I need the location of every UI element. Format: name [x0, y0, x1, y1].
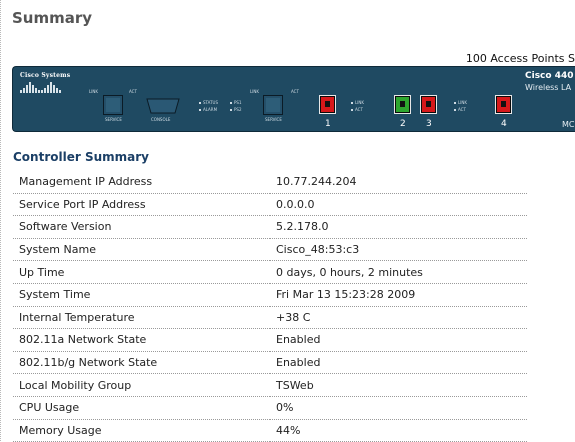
row-label: CPU Usage	[13, 396, 270, 420]
table-row: Memory Usage 44%	[13, 419, 527, 442]
console-port-icon[interactable]	[145, 97, 181, 115]
row-value: 5.2.178.0	[270, 215, 527, 239]
row-label: Software Version	[13, 215, 270, 239]
table-row: Management IP Address 10.77.244.204	[13, 171, 527, 194]
alarm-led-label: ALARM	[203, 107, 218, 112]
table-row: 802.11b/g Network State Enabled	[13, 351, 527, 375]
model-tail-text: MC	[562, 120, 575, 129]
cisco-logo: Cisco Systems	[20, 72, 76, 93]
row-value: 44%	[270, 419, 527, 442]
service-link-label: LINK	[89, 89, 99, 94]
table-row: Internal Temperature +38 C	[13, 306, 527, 330]
table-row: Up Time 0 days, 0 hours, 2 minutes	[13, 260, 527, 284]
port-1-number: 1	[325, 119, 331, 129]
row-value: Enabled	[270, 328, 527, 352]
service-act-label: ACT	[129, 89, 137, 94]
port-2-icon[interactable]	[395, 96, 410, 113]
service-port[interactable]	[103, 95, 123, 115]
link-led-label: LINK	[458, 100, 468, 105]
table-row: Software Version 5.2.178.0	[13, 215, 527, 239]
row-value: 10.77.244.204	[270, 171, 527, 194]
row-value: 0%	[270, 396, 527, 420]
utility-port-label: SERVICE	[265, 117, 282, 122]
table-row: System Name Cisco_48:53:c3	[13, 238, 527, 262]
link-led-label: LINK	[355, 100, 365, 105]
controller-front-panel[interactable]: Cisco Systems LINK ACT SERVICE CONSOLE S…	[12, 66, 575, 132]
table-row: 802.11a Network State Enabled	[13, 328, 527, 352]
left-frame-border	[0, 0, 2, 441]
table-row: Service Port IP Address 0.0.0.0	[13, 193, 527, 217]
port-4-number: 4	[501, 119, 507, 129]
row-label: Internal Temperature	[13, 306, 270, 330]
port-1-2-led-group: LINK ACT	[351, 99, 364, 113]
port-3-icon[interactable]	[421, 96, 436, 113]
port-2-number: 2	[400, 119, 406, 129]
act-led-label: ACT	[355, 107, 363, 112]
ps2-led-label: PS2	[234, 107, 242, 112]
row-label: Service Port IP Address	[13, 193, 270, 217]
row-label: Local Mobility Group	[13, 373, 270, 397]
row-value: +38 C	[270, 306, 527, 330]
row-label: Management IP Address	[13, 171, 270, 194]
port-3-4-led-group: LINK ACT	[454, 99, 467, 113]
ps1-led-label: PS1	[234, 100, 242, 105]
cisco-bridge-icon	[20, 81, 76, 93]
row-value: 0.0.0.0	[270, 193, 527, 217]
table-row: System Time Fri Mar 13 15:23:28 2009	[13, 283, 527, 307]
utility-link-label: LINK	[250, 89, 260, 94]
act-led-label: ACT	[458, 107, 466, 112]
console-port-label: CONSOLE	[151, 117, 171, 122]
row-label: Memory Usage	[13, 419, 270, 442]
controller-summary-table: Management IP Address 10.77.244.204 Servi…	[13, 171, 527, 442]
power-led-group: PS1 PS2	[230, 99, 242, 113]
access-point-capacity: 100 Access Points S	[465, 52, 575, 65]
row-label: 802.11b/g Network State	[13, 351, 270, 375]
row-value: 0 days, 0 hours, 2 minutes	[270, 260, 527, 284]
table-row: Local Mobility Group TSWeb	[13, 373, 527, 397]
utility-act-label: ACT	[291, 89, 299, 94]
row-label: Up Time	[13, 260, 270, 284]
controller-summary-title: Controller Summary	[13, 150, 149, 164]
table-row: CPU Usage 0%	[13, 396, 527, 420]
brand-name: Cisco Systems	[20, 72, 71, 79]
model-name: Cisco 440	[525, 71, 574, 81]
status-led-group: STATUS ALARM	[199, 99, 218, 113]
status-led-label: STATUS	[203, 100, 219, 105]
port-3-number: 3	[426, 119, 432, 129]
service-port-label: SERVICE	[105, 117, 122, 122]
row-value: Fri Mar 13 15:23:28 2009	[270, 283, 527, 307]
row-label: System Name	[13, 238, 270, 262]
model-subtitle: Wireless LA	[525, 83, 572, 92]
row-label: System Time	[13, 283, 270, 307]
row-value: Cisco_48:53:c3	[270, 238, 527, 262]
port-1-icon[interactable]	[320, 96, 335, 113]
port-4-icon[interactable]	[496, 96, 511, 113]
row-label: 802.11a Network State	[13, 328, 270, 352]
page-title: Summary	[12, 9, 93, 27]
row-value: Enabled	[270, 351, 527, 375]
row-value: TSWeb	[270, 373, 527, 397]
utility-port[interactable]	[263, 95, 283, 115]
